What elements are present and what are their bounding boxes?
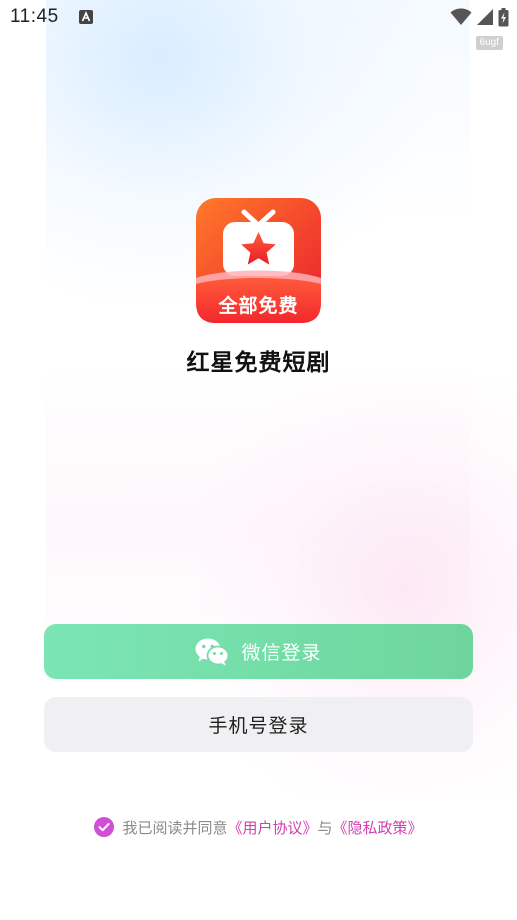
agreement-checkbox[interactable] xyxy=(94,817,115,837)
notification-a-icon xyxy=(79,10,93,24)
cellular-signal-icon xyxy=(477,9,493,25)
user-agreement-link[interactable]: 《用户协议》 xyxy=(227,817,317,838)
agreement-row: 我已阅读并同意 《用户协议》 与 《隐私政策》 xyxy=(0,814,517,840)
agreement-prefix: 我已阅读并同意 xyxy=(122,818,228,837)
app-name: 红星免费短剧 xyxy=(186,350,331,376)
wechat-login-label: 微信登录 xyxy=(241,642,322,664)
agreement-conjunction: 与 xyxy=(317,818,333,837)
battery-charging-icon xyxy=(498,7,509,26)
phone-login-label: 手机号登录 xyxy=(208,715,309,737)
background-gradient xyxy=(46,0,470,660)
wechat-login-button[interactable]: 微信登录 xyxy=(44,624,473,679)
wechat-icon xyxy=(195,638,230,665)
status-icons xyxy=(450,7,509,27)
status-bar: 11:45 xyxy=(0,0,517,36)
privacy-policy-link[interactable]: 《隐私政策》 xyxy=(333,817,423,838)
build-tag: 6ugf xyxy=(475,36,503,50)
phone-login-button[interactable]: 手机号登录 xyxy=(44,697,473,752)
status-time: 11:45 xyxy=(10,6,59,27)
logo-text: 全部免费 xyxy=(218,295,299,317)
wifi-icon xyxy=(450,8,472,25)
